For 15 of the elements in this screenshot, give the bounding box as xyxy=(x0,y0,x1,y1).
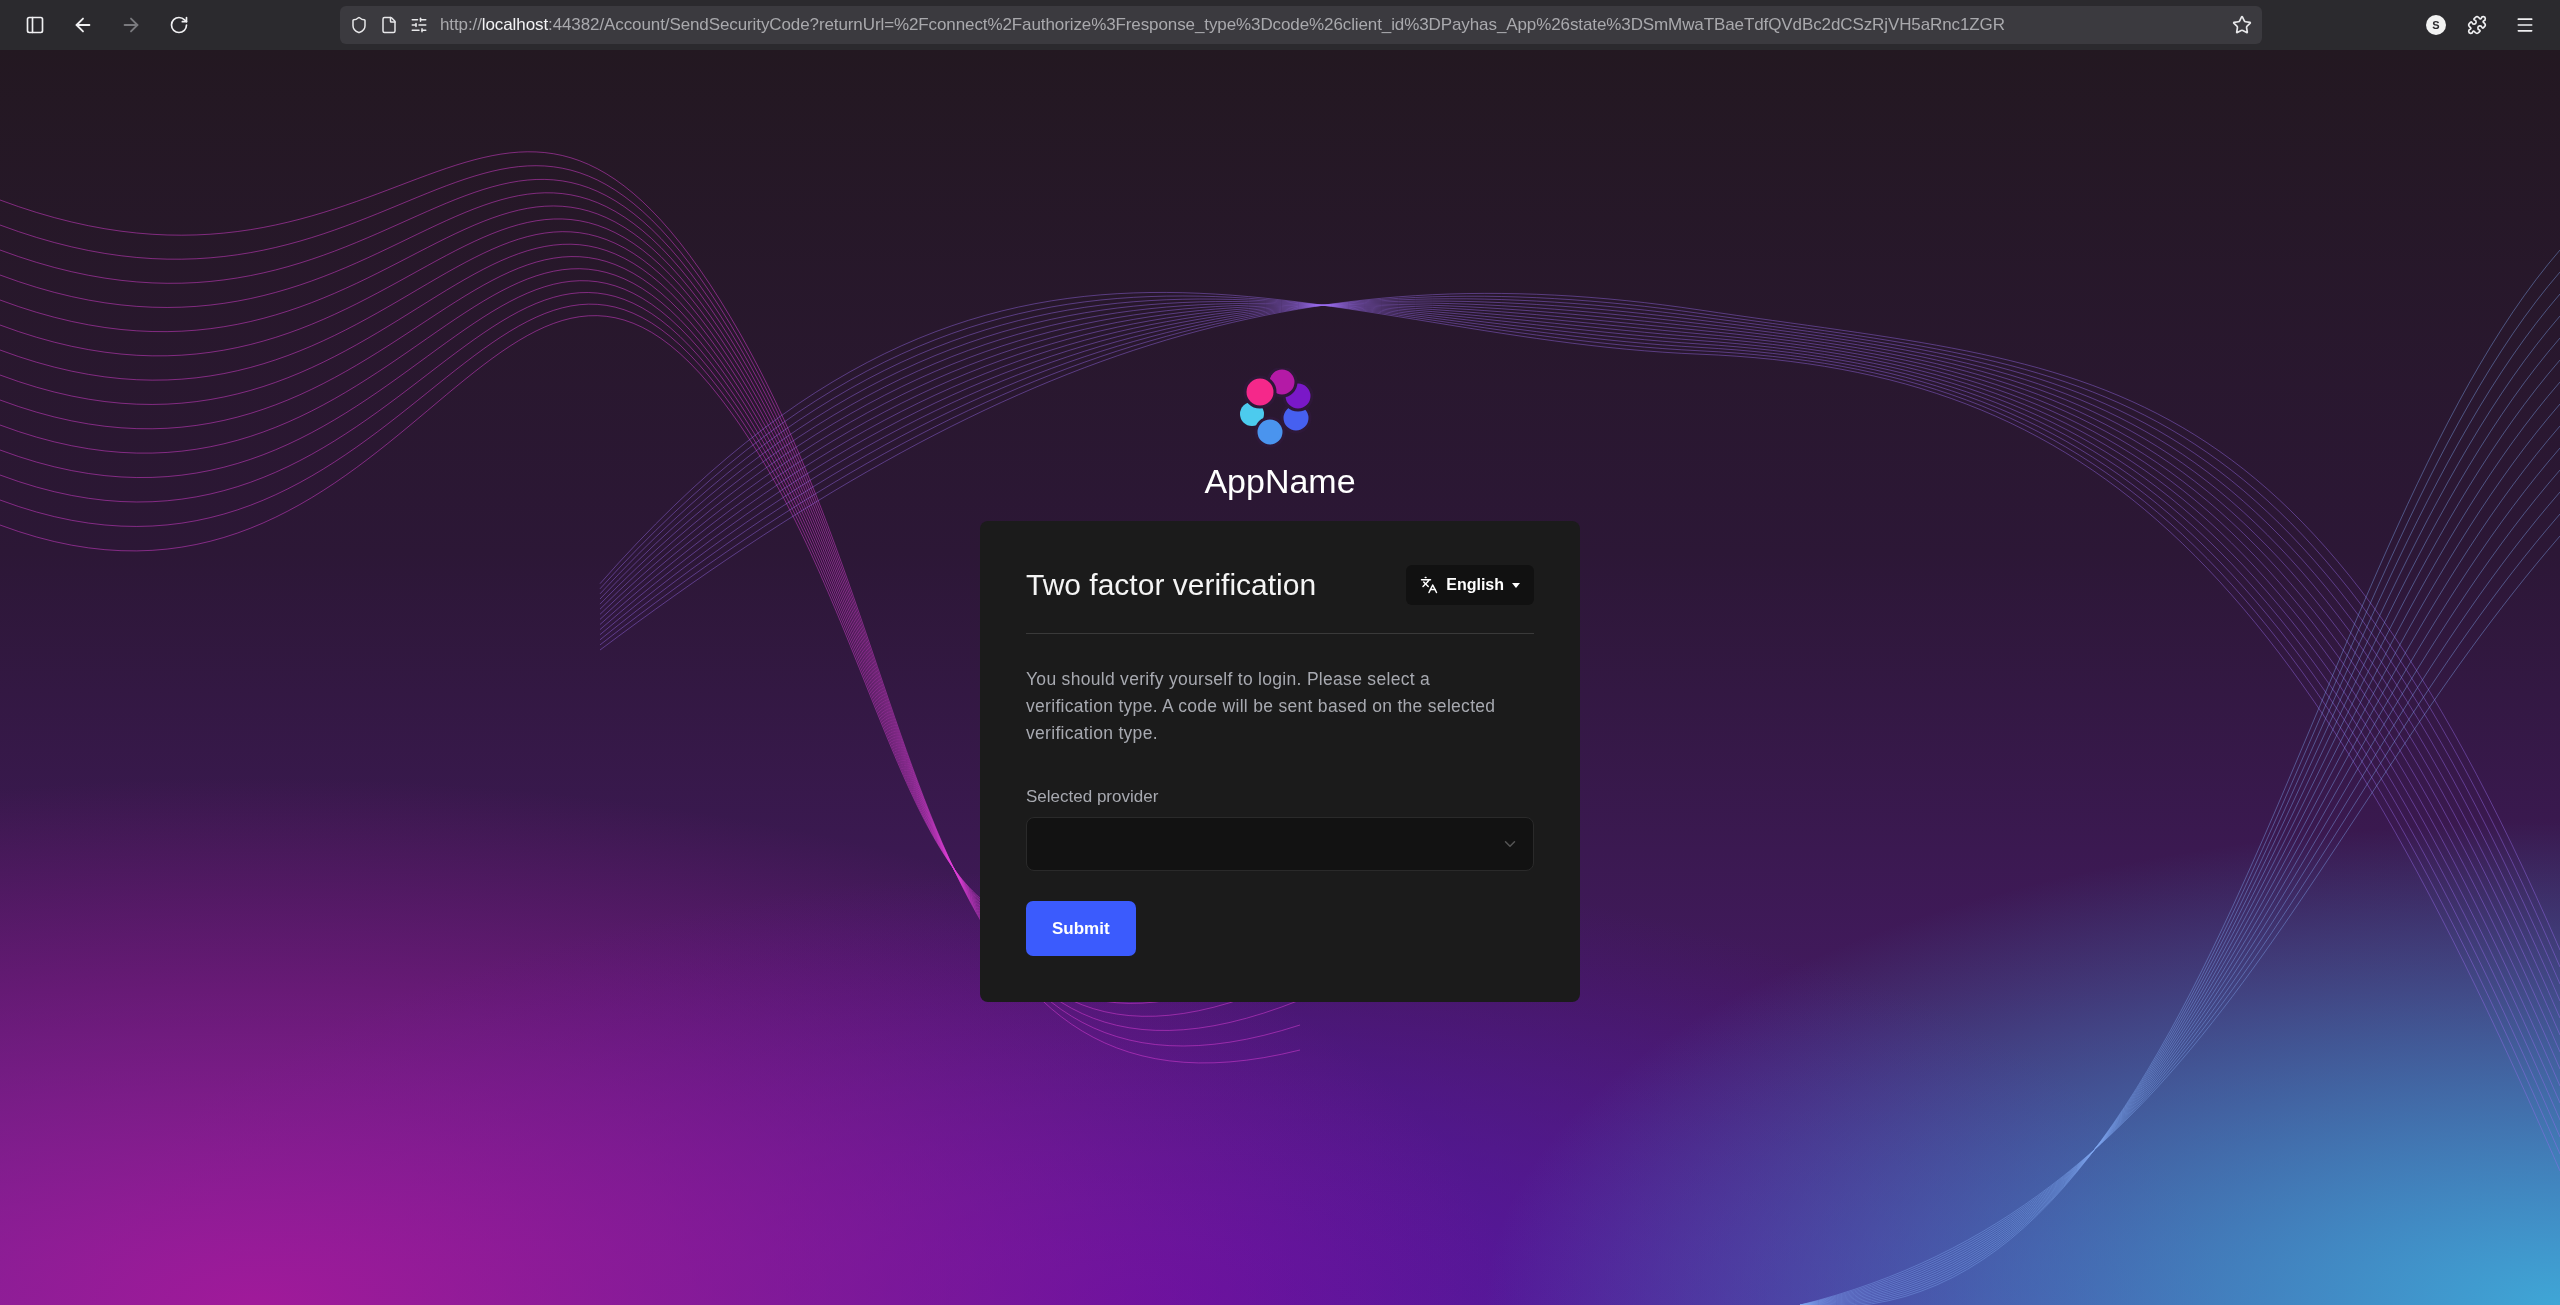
profile-avatar[interactable]: S xyxy=(2426,15,2446,35)
language-dropdown[interactable]: English xyxy=(1406,565,1534,605)
caret-icon xyxy=(1512,582,1520,588)
app-name: AppName xyxy=(1204,462,1356,501)
field-label: Selected provider xyxy=(1026,787,1160,807)
card-title: Two factor verification xyxy=(1026,568,1317,602)
description-text: You should verify yourself to login. Please select a verification type. A code will be sent based on the selected verification type. xyxy=(1026,668,1497,745)
translate-icon xyxy=(1420,576,1439,594)
shield-icon[interactable] xyxy=(350,16,368,34)
star-icon[interactable] xyxy=(2232,15,2252,35)
address-bar[interactable]: http://localhost:44382/Account/SendSecurityCode?returnUrl=%2Fconnect%2Fauthorize%3Fresponse_type%3Dcode%26client_id%3DPayhas_App%26state%3DSmMwaTBaeTdfQVdBc2dCSzRjVH5aRnc1ZGR xyxy=(340,6,2262,44)
reload-icon xyxy=(169,15,189,35)
page-icon[interactable] xyxy=(380,16,398,34)
url-text: http://localhost:44382/Account/SendSecurityCode?returnUrl=%2Fconnect%2Fauthorize%3Fresponse_type%3Dcode%26client_id%3DPayhas_App%26state%3DSmMwaTBaeTdfQVdBc2dCSzRjVH5aRnc1ZGR xyxy=(440,15,2006,35)
submit-button[interactable]: Submit xyxy=(1026,901,1136,956)
